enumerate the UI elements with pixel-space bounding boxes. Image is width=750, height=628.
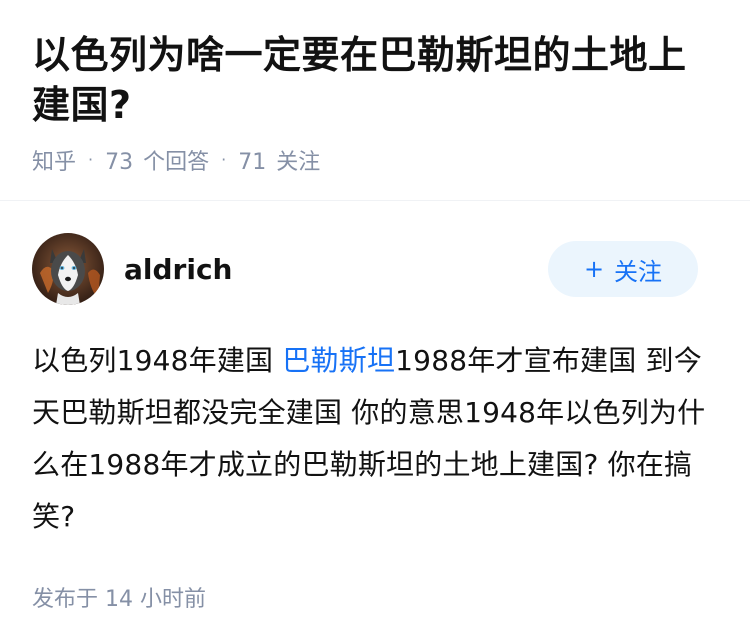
- question-title[interactable]: 以色列为啥一定要在巴勒斯坦的土地上建国?: [32, 30, 718, 130]
- follow-button-label: 关注: [614, 257, 663, 286]
- follow-button[interactable]: + 关注: [548, 241, 698, 297]
- question-header: 以色列为啥一定要在巴勒斯坦的土地上建国? 知乎 · 73 个回答 · 71 关注: [0, 0, 750, 178]
- answer-content: 以色列1948年建国 巴勒斯坦1988年才宣布建国 到今天巴勒斯坦都没完全建国 …: [32, 335, 718, 543]
- author-name[interactable]: aldrich: [124, 253, 232, 286]
- answer-card: aldrich + 关注 以色列1948年建国 巴勒斯坦1988年才宣布建国 到…: [0, 201, 750, 613]
- answer-count-number: 73: [105, 150, 134, 175]
- topic-link-palestine[interactable]: 巴勒斯坦: [282, 344, 395, 377]
- follower-count-number: 71: [238, 150, 267, 175]
- meta-separator: ·: [88, 150, 94, 169]
- answer-page: 以色列为啥一定要在巴勒斯坦的土地上建国? 知乎 · 73 个回答 · 71 关注: [0, 0, 750, 628]
- answer-text-part1: 以色列1948年建国: [32, 344, 283, 377]
- answer-count-label: 个回答: [143, 150, 210, 175]
- follower-count-label: 关注: [276, 150, 321, 175]
- publish-label: 发布于: [32, 587, 99, 612]
- question-meta: 知乎 · 73 个回答 · 71 关注: [32, 142, 718, 178]
- source-label[interactable]: 知乎: [32, 144, 76, 176]
- publish-info: 发布于 14 小时前: [32, 581, 718, 613]
- answer-count[interactable]: 73 个回答: [105, 144, 209, 176]
- meta-separator: ·: [221, 150, 227, 169]
- publish-time: 14 小时前: [105, 587, 207, 612]
- author-row: aldrich + 关注: [32, 201, 718, 305]
- plus-icon: +: [583, 255, 605, 283]
- husky-avatar-icon[interactable]: [32, 233, 104, 305]
- follower-count: 71 关注: [238, 144, 320, 176]
